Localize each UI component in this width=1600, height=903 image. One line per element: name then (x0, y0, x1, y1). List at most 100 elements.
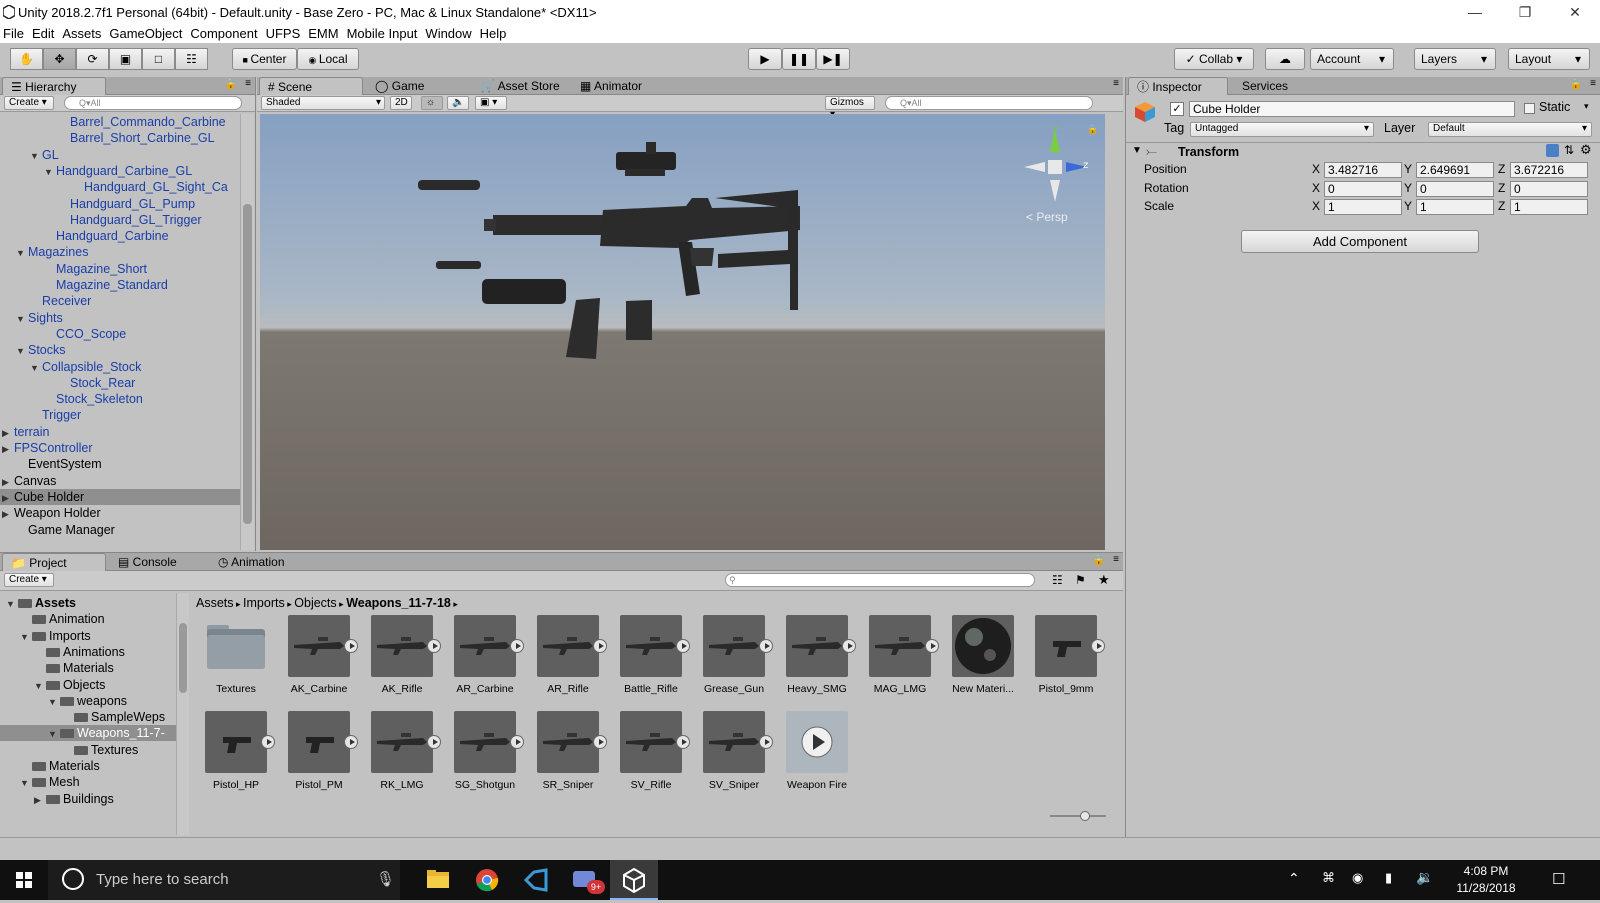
expand-arrow-icon[interactable]: ▼ (20, 775, 32, 791)
tab-animator[interactable]: ▦ Animator (572, 77, 650, 95)
breadcrumb-item[interactable]: Assets (196, 596, 234, 610)
expand-prefab-icon[interactable] (925, 639, 939, 653)
expand-prefab-icon[interactable] (676, 639, 690, 653)
project-tree-item[interactable]: ▶ Buildings (0, 791, 176, 807)
expand-arrow-icon[interactable]: ▼ (44, 164, 56, 180)
project-tree-item[interactable]: ▼ Weapons_11-7- (0, 725, 176, 742)
tab-asset-store[interactable]: 🛒 Asset Store (472, 77, 568, 95)
hierarchy-item[interactable]: EventSystem (0, 456, 240, 472)
menu-item-gameobject[interactable]: GameObject (109, 26, 182, 41)
asset-item[interactable]: Grease_Gun (694, 615, 774, 695)
cloud-button[interactable]: ☁ (1265, 48, 1305, 70)
thumbnail-size-slider[interactable] (1050, 811, 1106, 821)
expand-prefab-icon[interactable] (759, 735, 773, 749)
audio-toggle[interactable]: 🔈 (447, 96, 469, 110)
add-component-button[interactable]: Add Component (1241, 230, 1479, 253)
menu-item-window[interactable]: Window (425, 26, 471, 41)
expand-arrow-icon[interactable]: ▼ (16, 245, 28, 261)
lock-icon[interactable]: 🔒 (1570, 79, 1582, 90)
collapse-arrow-icon[interactable]: ▶ (2, 490, 14, 506)
hierarchy-item[interactable]: ▼ Stocks (0, 342, 240, 358)
project-tree-item[interactable]: Animation (0, 611, 176, 627)
collapse-arrow-icon[interactable]: ▶ (34, 792, 46, 808)
hierarchy-item[interactable]: Barrel_Short_Carbine_GL (0, 130, 240, 146)
move-tool-button[interactable]: ✥ (43, 48, 76, 70)
hierarchy-item[interactable]: ▶ Cube Holder (0, 488, 240, 506)
lock-icon[interactable]: 🔒 (225, 79, 237, 90)
project-search-input[interactable]: ⚲ (725, 573, 1035, 587)
tag-dropdown[interactable]: Untagged ▾ (1190, 122, 1374, 137)
axis-label-x[interactable]: X (1312, 180, 1320, 197)
expand-arrow-icon[interactable]: ▼ (48, 726, 60, 742)
menu-item-help[interactable]: Help (480, 26, 507, 41)
effects-dropdown[interactable]: ▣ ▾ (475, 96, 507, 110)
chevron-down-icon[interactable]: ▾ (1584, 101, 1589, 112)
layer-dropdown[interactable]: Default ▾ (1428, 122, 1592, 137)
asset-item[interactable]: Textures (196, 615, 276, 695)
hierarchy-item[interactable]: Handguard_GL_Pump (0, 196, 240, 212)
asset-item[interactable]: AK_Carbine (279, 615, 359, 695)
asset-item[interactable]: Pistol_9mm (1026, 615, 1106, 695)
menu-item-mobile-input[interactable]: Mobile Input (347, 26, 418, 41)
transform-scale-x-field[interactable]: 1 (1324, 199, 1402, 215)
hierarchy-item[interactable]: Handguard_GL_Trigger (0, 212, 240, 228)
expand-arrow-icon[interactable]: ▼ (30, 360, 42, 376)
2d-toggle[interactable]: 2D (390, 96, 412, 110)
asset-item[interactable]: MAG_LMG (860, 615, 940, 695)
wifi-icon[interactable]: ⌘ (1322, 870, 1335, 886)
collapse-arrow-icon[interactable]: ▶ (2, 506, 14, 522)
menu-item-file[interactable]: File (3, 26, 24, 41)
expand-arrow-icon[interactable]: ▼ (16, 311, 28, 327)
pivot-local-button[interactable]: ◉ Local (297, 48, 359, 70)
close-button[interactable]: ✕ (1552, 0, 1598, 25)
asset-item[interactable]: Heavy_SMG (777, 615, 857, 695)
axis-label-y[interactable]: Y (1404, 198, 1412, 215)
expand-prefab-icon[interactable] (676, 735, 690, 749)
volume-icon[interactable]: 🔉 (1416, 869, 1433, 886)
expand-prefab-icon[interactable] (344, 735, 358, 749)
asset-item[interactable]: SV_Rifle (611, 711, 691, 791)
hierarchy-item[interactable]: Magazine_Standard (0, 277, 240, 293)
hierarchy-item[interactable]: ▶ FPSController (0, 440, 240, 456)
panel-menu-icon[interactable]: ≡ (245, 78, 251, 89)
project-tree-item[interactable]: ▼ weapons (0, 693, 176, 709)
collapse-arrow-icon[interactable]: ▶ (2, 425, 14, 441)
hierarchy-item[interactable]: Handguard_GL_Sight_Ca (0, 179, 240, 195)
action-center-icon[interactable]: ☐ (1552, 870, 1565, 888)
axis-label-y[interactable]: Y (1404, 180, 1412, 197)
expand-prefab-icon[interactable] (759, 639, 773, 653)
persp-label[interactable]: < Persp (1026, 210, 1068, 224)
help-icon[interactable] (1546, 144, 1559, 157)
expand-prefab-icon[interactable] (261, 735, 275, 749)
menu-item-assets[interactable]: Assets (62, 26, 101, 41)
project-tree-item[interactable]: Animations (0, 644, 176, 660)
axis-label-z[interactable]: Z (1498, 161, 1505, 178)
chevron-up-icon[interactable]: ⌃ (1288, 870, 1300, 887)
asset-item[interactable]: SG_Shotgun (445, 711, 525, 791)
object-name-field[interactable]: Cube Holder (1189, 101, 1515, 117)
lighting-toggle[interactable]: ☼ (421, 96, 443, 110)
step-button[interactable]: ▶❚ (816, 48, 850, 70)
expand-prefab-icon[interactable] (593, 735, 607, 749)
static-checkbox[interactable] (1524, 103, 1535, 114)
layers-dropdown[interactable]: Layers ▾ (1414, 48, 1496, 70)
hierarchy-item[interactable]: ▶ Canvas (0, 473, 240, 489)
taskbar-search-box[interactable]: Type here to search 🎙 (48, 860, 400, 900)
asset-item[interactable]: SV_Sniper (694, 711, 774, 791)
unity-taskbar-button[interactable] (610, 860, 658, 900)
menu-item-component[interactable]: Component (190, 26, 257, 41)
tab-game[interactable]: ◯ Game (367, 77, 432, 95)
tab-hierarchy[interactable]: ☰ Hierarchy (2, 77, 106, 95)
hierarchy-item[interactable]: Magazine_Short (0, 261, 240, 277)
favorite-star-icon[interactable]: ★ (1098, 572, 1110, 588)
transform-scale-z-field[interactable]: 1 (1510, 199, 1588, 215)
scene-search-input[interactable]: Q▾All (885, 96, 1093, 110)
project-tree-item[interactable]: ▼ Assets (0, 595, 176, 611)
microphone-icon[interactable]: 🎙 (376, 870, 395, 888)
hierarchy-item[interactable]: Barrel_Commando_Carbine (0, 114, 240, 130)
collapse-arrow-icon[interactable]: ▶ (2, 441, 14, 457)
start-button[interactable] (0, 860, 48, 900)
menu-item-emm[interactable]: EMM (308, 26, 338, 41)
scroll-thumb[interactable] (243, 204, 252, 524)
project-create-button[interactable]: Create ▾ (4, 573, 54, 587)
